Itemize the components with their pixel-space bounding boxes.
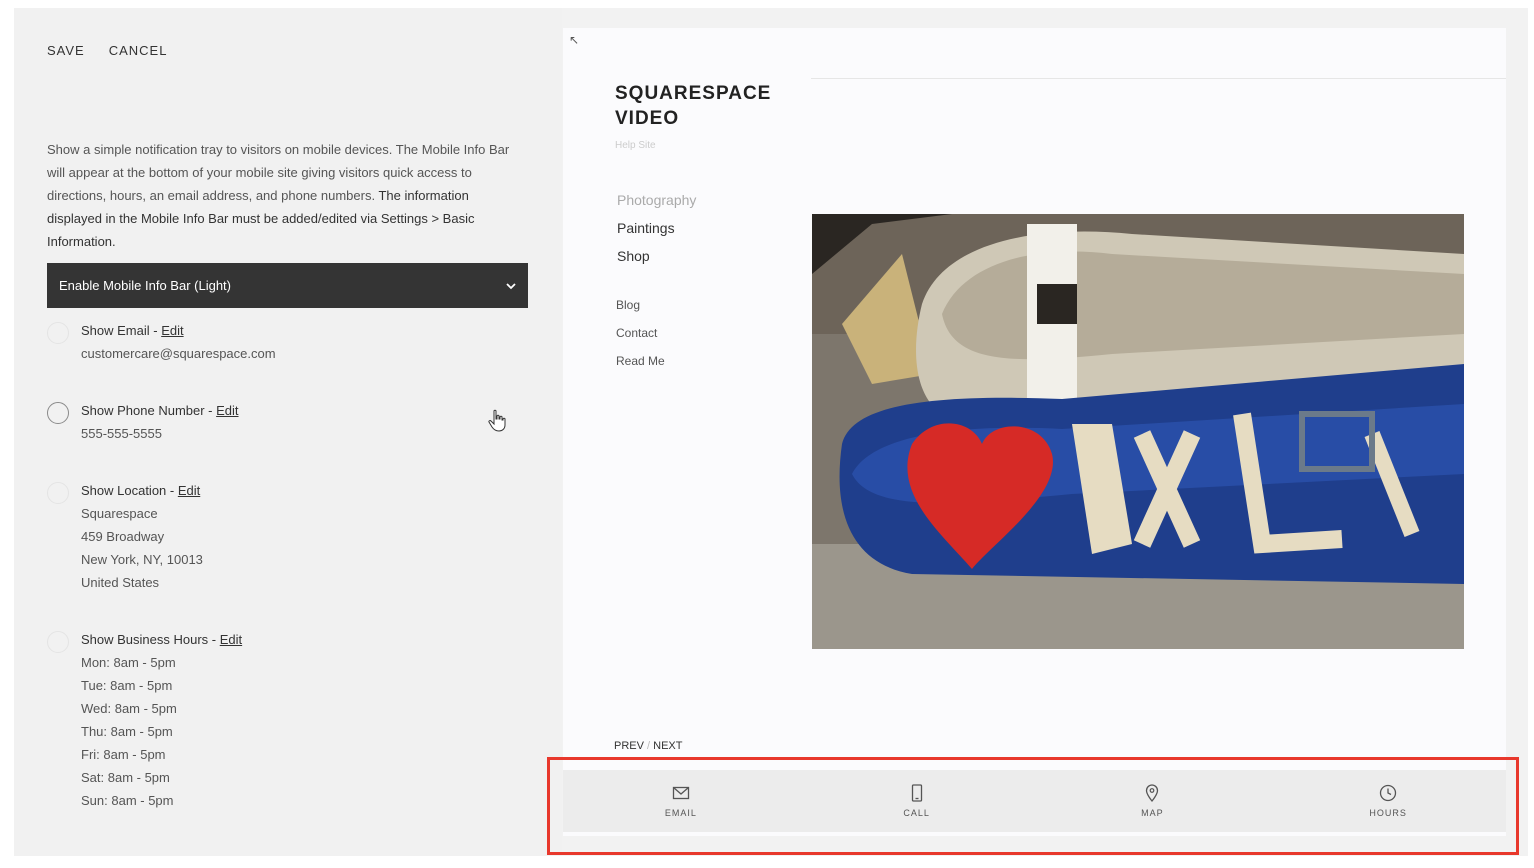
mobile-info-bar-select[interactable]: Enable Mobile Info Bar (Light) [47, 263, 528, 308]
cancel-button[interactable]: CANCEL [109, 43, 168, 58]
option-phone: Show Phone Number - Edit 555-555-5555 [47, 399, 239, 445]
hours-line: Wed: 8am - 5pm [81, 701, 177, 716]
hours-line: Fri: 8am - 5pm [81, 747, 166, 762]
location-line: Squarespace [81, 506, 158, 521]
next-link[interactable]: NEXT [653, 740, 682, 752]
location-line: New York, NY, 10013 [81, 552, 203, 567]
location-radio[interactable] [47, 482, 69, 504]
nav-blog[interactable]: Blog [616, 298, 640, 312]
nav-photography[interactable]: Photography [617, 192, 696, 208]
option-label: Show Location - [81, 483, 178, 498]
pagination: PREV / NEXT [614, 740, 683, 752]
edit-location-link[interactable]: Edit [178, 483, 200, 498]
collapse-arrow-icon[interactable]: ↖ [569, 33, 579, 47]
hours-line: Mon: 8am - 5pm [81, 655, 176, 670]
nav-paintings[interactable]: Paintings [617, 220, 675, 236]
prev-link[interactable]: PREV [614, 740, 644, 752]
option-label: Show Business Hours - [81, 632, 220, 647]
phone-radio[interactable] [47, 402, 69, 424]
hours-line: Thu: 8am - 5pm [81, 724, 173, 739]
site-subtitle: Help Site [615, 140, 656, 151]
highlight-box [547, 757, 1519, 855]
chevron-down-icon [506, 282, 516, 289]
option-label: Show Email - [81, 323, 162, 338]
location-line: 459 Broadway [81, 529, 165, 544]
nav-read-me[interactable]: Read Me [616, 354, 665, 368]
site-title-line: VIDEO [615, 108, 680, 129]
email-value: customercare@squarespace.com [81, 346, 276, 361]
location-line: United States [81, 575, 160, 590]
phone-value: 555-555-5555 [81, 426, 162, 441]
hours-radio[interactable] [47, 631, 69, 653]
option-location: Show Location - Edit Squarespace 459 Bro… [47, 479, 203, 594]
hours-line: Sat: 8am - 5pm [81, 770, 170, 785]
header-divider [811, 78, 1506, 79]
edit-hours-link[interactable]: Edit [220, 632, 242, 647]
hours-line: Tue: 8am - 5pm [81, 678, 173, 693]
hours-line: Sun: 8am - 5pm [81, 793, 174, 808]
description: Show a simple notification tray to visit… [47, 138, 527, 253]
site-title[interactable]: SQUARESPACE VIDEO [615, 81, 771, 131]
nav-contact[interactable]: Contact [616, 326, 657, 340]
site-preview: ↖ SQUARESPACE VIDEO Help Site Photograph… [563, 28, 1506, 836]
site-title-line: SQUARESPACE [615, 83, 772, 104]
option-email: Show Email - Edit customercare@squarespa… [47, 319, 276, 365]
toolbar: SAVE CANCEL [47, 43, 167, 58]
skateboards-photo [812, 214, 1464, 649]
nav-shop[interactable]: Shop [617, 248, 650, 264]
hand-cursor-icon [488, 409, 506, 432]
email-radio[interactable] [47, 322, 69, 344]
option-hours: Show Business Hours - Edit Mon: 8am - 5p… [47, 628, 242, 812]
edit-phone-link[interactable]: Edit [216, 403, 238, 418]
edit-email-link[interactable]: Edit [161, 323, 183, 338]
settings-panel: SAVE CANCEL Show a simple notification t… [14, 8, 562, 856]
option-label: Show Phone Number - [81, 403, 217, 418]
save-button[interactable]: SAVE [47, 43, 85, 58]
select-value: Enable Mobile Info Bar (Light) [59, 278, 231, 293]
pagination-separator: / [647, 740, 651, 752]
